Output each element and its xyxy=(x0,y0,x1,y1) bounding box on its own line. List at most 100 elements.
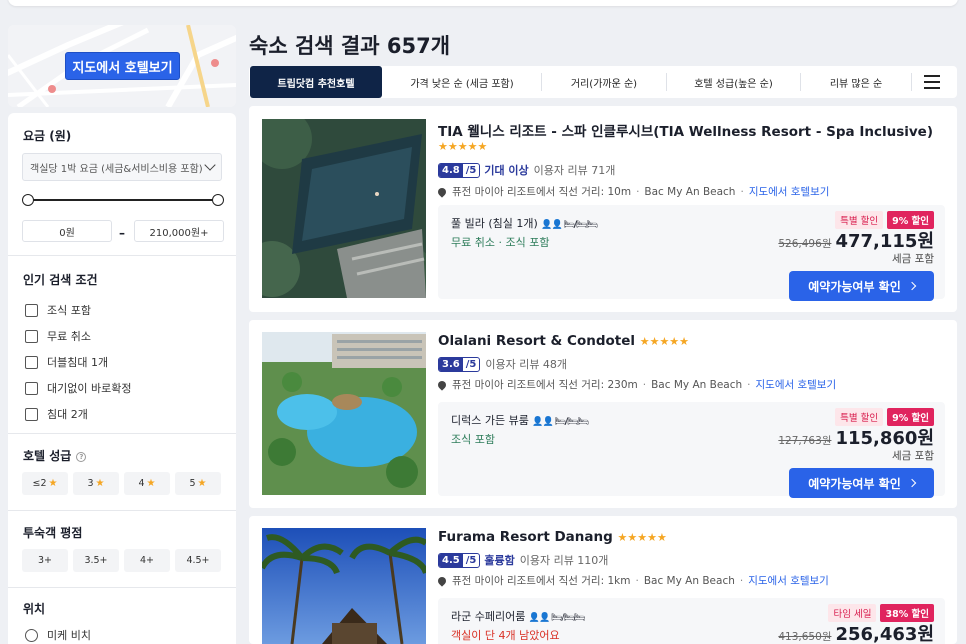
hotel-stars-icon: ★★★★★ xyxy=(438,140,488,153)
filter-two-beds[interactable]: 침대 2개 xyxy=(25,406,88,422)
checkbox[interactable] xyxy=(25,381,38,395)
rating-label: 기대 이상 xyxy=(484,164,529,177)
price-min-input[interactable]: 0원 xyxy=(22,220,112,242)
review-count[interactable]: 이용자 리뷰 110개 xyxy=(520,552,609,568)
room-name: 풀 빌라 (침실 1개) 👤👤 🛏/🛏🛏 xyxy=(451,217,598,230)
hotel-location: 퓨전 마이아 리조트에서 직선 거리: 1km · Bac My An Beach ·… xyxy=(436,573,829,588)
room-offer: 디럭스 가든 뷰룸 👤👤 🛏/🛏🛏 조식 포함 특별 할인 9% 할인 127,… xyxy=(438,402,945,498)
tax-note: 세금 포함 xyxy=(892,450,934,462)
hotel-name[interactable]: Olalani Resort & Condotel ★★★★★ xyxy=(438,333,689,349)
hotel-card[interactable]: TIA 웰니스 리조트 - 스파 인클루시브(TIA Wellness Reso… xyxy=(249,106,957,312)
hotel-location: 퓨전 마이아 리조트에서 직선 거리: 230m · Bac My An Beach… xyxy=(436,377,837,392)
price-max-handle[interactable] xyxy=(212,194,224,206)
resort-palm-image xyxy=(262,528,426,644)
chevron-right-icon xyxy=(907,281,916,291)
price-range-track[interactable] xyxy=(28,199,218,201)
price-max-input[interactable]: 210,000원+ xyxy=(134,220,224,242)
divider xyxy=(8,510,236,511)
hotel-class-title: 호텔 성급? xyxy=(23,447,87,464)
filter-instant-confirm[interactable]: 대기없이 바로확정 xyxy=(25,380,131,396)
rating-chip-3-5[interactable]: 3.5+ xyxy=(73,549,119,572)
hotel-name[interactable]: Furama Resort Danang ★★★★★ xyxy=(438,529,667,545)
room-name: 라군 수페리어룸 👤👤 🛏/🛏🛏 xyxy=(451,610,586,623)
chevron-down-icon xyxy=(204,159,216,171)
location-pin-icon xyxy=(436,378,448,391)
show-on-map-link[interactable]: 지도에서 호텔보기 xyxy=(749,184,830,199)
checkbox[interactable] xyxy=(25,407,38,421)
check-availability-button[interactable]: 예약가능여부 확인 xyxy=(789,468,934,498)
rating-label: 훌륭함 xyxy=(484,554,515,567)
top-bar xyxy=(8,0,958,6)
room-availability-warning: 객실이 단 4개 남았어요 xyxy=(451,629,560,642)
class-chip-2[interactable]: ≤2 ★ xyxy=(22,472,68,495)
hotel-card[interactable]: Furama Resort Danang ★★★★★ 4.5/5 훌륭함 이용자… xyxy=(249,516,957,644)
hotel-name[interactable]: TIA 웰니스 리조트 - 스파 인클루시브(TIA Wellness Reso… xyxy=(438,120,933,140)
hotel-card[interactable]: Olalani Resort & Condotel ★★★★★ 3.6/5 이용… xyxy=(249,320,957,508)
hotel-photo[interactable] xyxy=(262,119,426,298)
original-price: 127,763원 xyxy=(778,435,832,447)
pool-aerial-image xyxy=(262,119,426,298)
show-on-map-link[interactable]: 지도에서 호텔보기 xyxy=(748,573,829,588)
current-price: 256,463원 xyxy=(835,624,934,644)
tab-recommended[interactable]: 트립닷컴 추천호텔 xyxy=(250,66,382,98)
occupancy-bed-icons: 👤👤 🛏/🛏🛏 xyxy=(528,613,586,623)
price-range-dash: – xyxy=(119,226,125,240)
sort-tabs: 트립닷컴 추천호텔 가격 낮은 순 (세금 포함) 거리(가까운 순) 호텔 성… xyxy=(249,66,957,98)
location-pin-icon xyxy=(436,574,448,587)
filter-panel: 요금 (원) 객실당 1박 요금 (세금&서비스비용 포함) 0원 – 210,… xyxy=(8,113,236,644)
class-chip-3[interactable]: 3 ★ xyxy=(73,472,119,495)
location-my-khe-beach[interactable]: 미케 비치 xyxy=(25,627,91,643)
show-on-map-link[interactable]: 지도에서 호텔보기 xyxy=(756,377,837,392)
hotel-location: 퓨전 마이아 리조트에서 직선 거리: 10m · Bac My An Beach ·… xyxy=(436,184,830,199)
original-price: 413,650원 xyxy=(778,631,832,643)
room-perks: 무료 취소 · 조식 포함 xyxy=(451,236,550,249)
divider xyxy=(8,255,236,256)
room-name: 디럭스 가든 뷰룸 👤👤 🛏/🛏🛏 xyxy=(451,414,589,427)
radio-button[interactable] xyxy=(25,628,38,642)
checkbox[interactable] xyxy=(25,303,38,317)
hotel-photo[interactable] xyxy=(262,528,426,644)
tab-separator xyxy=(911,73,912,91)
help-icon[interactable]: ? xyxy=(76,451,87,462)
hotel-rating: 4.5/5 훌륭함 이용자 리뷰 110개 xyxy=(438,552,608,568)
review-count[interactable]: 이용자 리뷰 48개 xyxy=(485,356,567,372)
map-preview[interactable]: 지도에서 호텔보기 xyxy=(8,25,236,107)
menu-icon[interactable] xyxy=(924,75,940,89)
rating-score: 4.5/5 xyxy=(438,552,481,568)
rating-chip-4[interactable]: 4+ xyxy=(124,549,170,572)
class-chip-4[interactable]: 4 ★ xyxy=(124,472,170,495)
price-type-label: 객실당 1박 요금 (세금&서비스비용 포함) xyxy=(30,163,203,175)
hotel-stars-icon: ★★★★★ xyxy=(617,531,667,544)
price-min-handle[interactable] xyxy=(22,194,34,206)
check-availability-button[interactable]: 예약가능여부 확인 xyxy=(789,271,934,301)
rating-chip-3[interactable]: 3+ xyxy=(22,549,68,572)
filter-breakfast[interactable]: 조식 포함 xyxy=(25,302,91,318)
tab-distance[interactable]: 거리(가까운 순) xyxy=(542,66,666,98)
checkbox[interactable] xyxy=(25,329,38,343)
star-icon: ★ xyxy=(146,478,156,489)
filter-free-cancel[interactable]: 무료 취소 xyxy=(25,328,91,344)
tab-most-reviews[interactable]: 리뷰 많은 순 xyxy=(801,66,911,98)
filter-double-bed[interactable]: 더블침대 1개 xyxy=(25,354,108,370)
hotel-photo[interactable] xyxy=(262,332,426,495)
class-chip-5[interactable]: 5 ★ xyxy=(175,472,221,495)
guest-rating-title: 투숙객 평점 xyxy=(23,526,83,540)
room-offer: 라군 수페리어룸 👤👤 🛏/🛏🛏 객실이 단 4개 남았어요 타임 세일 38%… xyxy=(438,598,945,644)
star-icon: ★ xyxy=(197,478,207,489)
rating-score: 4.8/5 xyxy=(438,162,481,178)
tab-price-low[interactable]: 가격 낮은 순 (세금 포함) xyxy=(383,66,541,98)
current-price: 115,860원 xyxy=(835,428,934,449)
occupancy-bed-icons: 👤👤 🛏/🛏🛏 xyxy=(532,417,589,427)
rating-chip-4-5[interactable]: 4.5+ xyxy=(175,549,221,572)
room-perks: 조식 포함 xyxy=(451,433,495,446)
price: 127,763원 115,860원 xyxy=(778,424,934,450)
checkbox[interactable] xyxy=(25,355,38,369)
tax-note: 세금 포함 xyxy=(892,253,934,265)
tab-star-rating[interactable]: 호텔 성급(높은 순) xyxy=(667,66,800,98)
price-filter-title: 요금 (원) xyxy=(23,129,72,143)
occupancy-bed-icons: 👤👤 🛏/🛏🛏 xyxy=(541,220,598,230)
map-view-button[interactable]: 지도에서 호텔보기 xyxy=(65,52,180,80)
review-count[interactable]: 이용자 리뷰 71개 xyxy=(534,162,616,178)
price-type-select[interactable]: 객실당 1박 요금 (세금&서비스비용 포함) xyxy=(22,153,222,181)
results-title: 숙소 검색 결과 657개 xyxy=(249,34,451,58)
